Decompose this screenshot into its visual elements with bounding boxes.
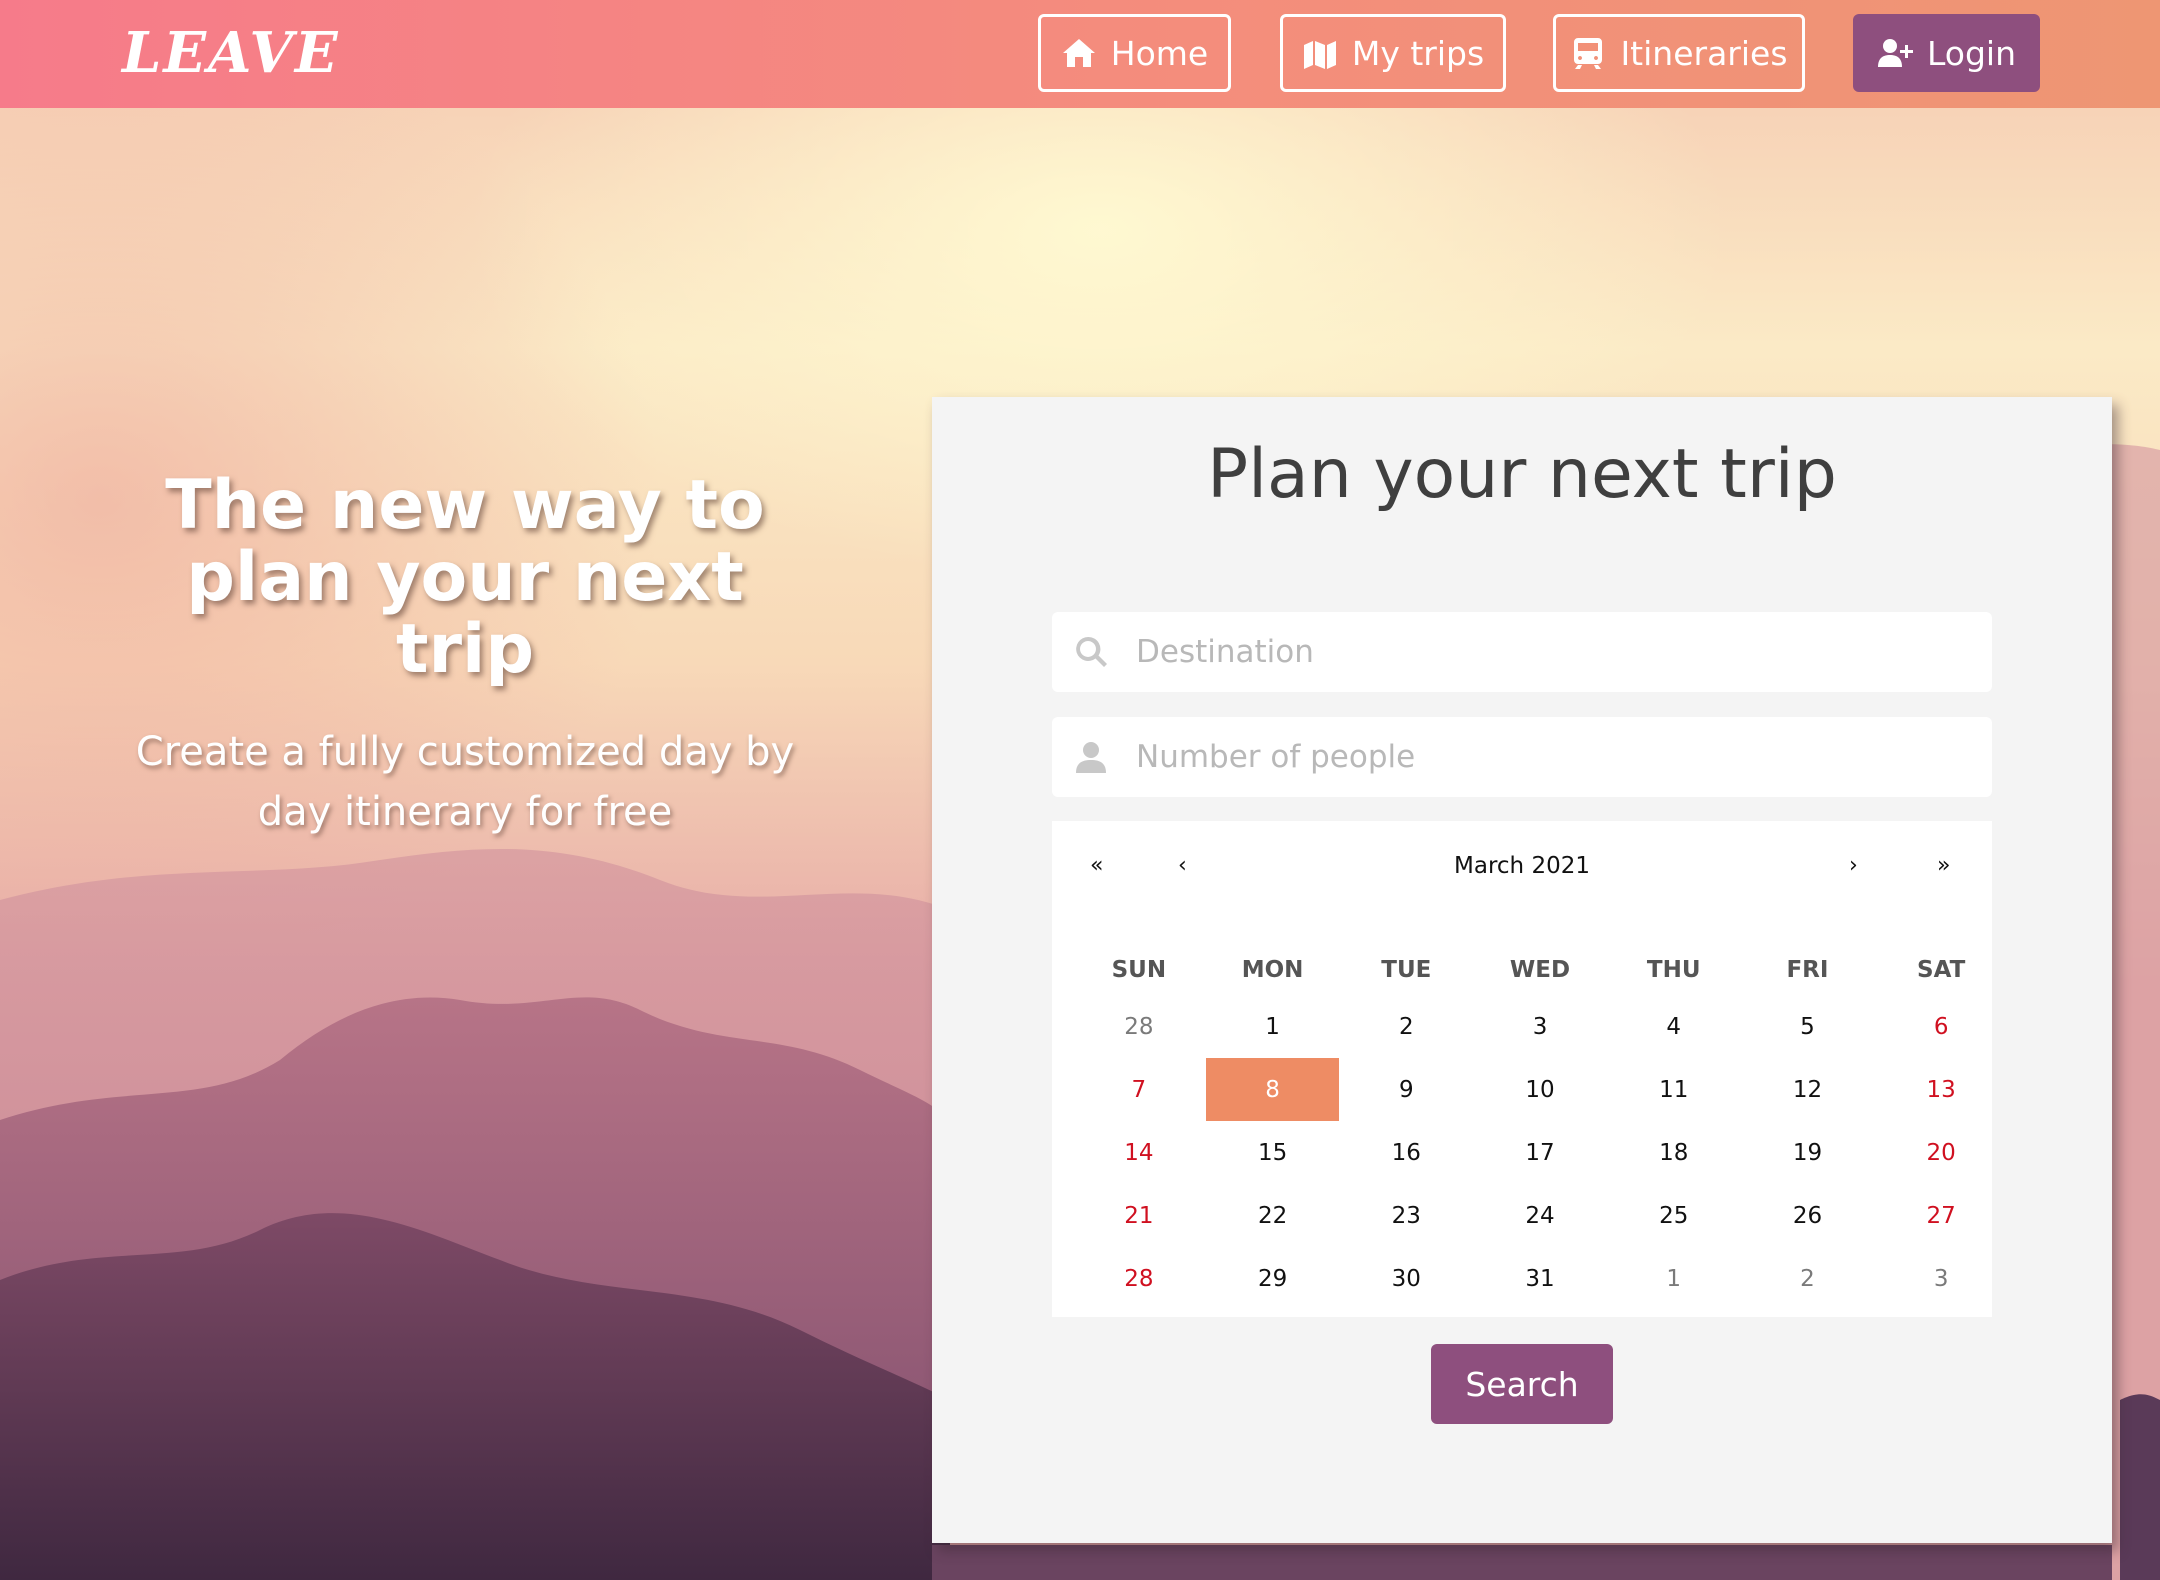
destination-input[interactable] [1136, 612, 1976, 692]
calendar-next-year-button[interactable]: » [1937, 853, 1950, 878]
calendar-week-row: 7 8 9 10 11 12 13 [1072, 1058, 2008, 1121]
calendar-day[interactable]: 13 [1874, 1058, 2008, 1121]
trip-planner-card: Plan your next trip « ‹ March 2021 › » S… [932, 397, 2112, 1543]
calendar-day[interactable]: 28 [1072, 995, 1206, 1058]
calendar-day[interactable]: 16 [1339, 1121, 1473, 1184]
calendar-day[interactable]: 9 [1339, 1058, 1473, 1121]
weekday-header: WED [1509, 957, 1571, 983]
calendar-day[interactable]: 29 [1206, 1247, 1340, 1310]
nav-my-trips-label: My trips [1351, 33, 1485, 73]
calendar-weekday-row: SUN MON TUE WED THU FRI SAT [1072, 945, 2008, 995]
calendar-day[interactable]: 6 [1874, 995, 2008, 1058]
calendar-day[interactable]: 10 [1473, 1058, 1607, 1121]
people-input[interactable] [1136, 717, 1976, 797]
calendar-day[interactable]: 21 [1072, 1184, 1206, 1247]
calendar-day[interactable]: 23 [1339, 1184, 1473, 1247]
calendar-day[interactable]: 25 [1607, 1184, 1741, 1247]
calendar-day[interactable]: 30 [1339, 1247, 1473, 1310]
calendar-day[interactable]: 26 [1741, 1184, 1875, 1247]
search-icon [1076, 636, 1107, 667]
calendar-day[interactable]: 4 [1607, 995, 1741, 1058]
calendar-day[interactable]: 12 [1741, 1058, 1875, 1121]
calendar-day[interactable]: 3 [1874, 1247, 2008, 1310]
calendar-day[interactable]: 1 [1206, 995, 1340, 1058]
top-nav-bar: LEAVE Home My trips Itineraries Login [0, 0, 2160, 108]
nav-login-button[interactable]: Login [1853, 14, 2040, 92]
calendar-day[interactable]: 18 [1607, 1121, 1741, 1184]
calendar-day[interactable]: 28 [1072, 1247, 1206, 1310]
calendar-day[interactable]: 22 [1206, 1184, 1340, 1247]
calendar-week-row: 28 29 30 31 1 2 3 [1072, 1247, 2008, 1310]
calendar-day[interactable]: 27 [1874, 1184, 2008, 1247]
calendar-day[interactable]: 2 [1339, 995, 1473, 1058]
calendar-day[interactable]: 11 [1607, 1058, 1741, 1121]
calendar-day[interactable]: 24 [1473, 1184, 1607, 1247]
calendar-week-row: 28 1 2 3 4 5 6 [1072, 995, 2008, 1058]
hero-subtitle: Create a fully customized day by day iti… [135, 729, 795, 835]
map-icon [1303, 41, 1336, 69]
date-calendar: « ‹ March 2021 › » SUN MON TUE WED THU FRI SAT… [1052, 821, 1992, 1317]
calendar-week-row: 14 15 16 17 18 19 20 [1072, 1121, 2008, 1184]
weekday-header: SUN [1111, 957, 1167, 983]
calendar-week-row: 21 22 23 24 25 26 27 [1072, 1184, 2008, 1247]
hero-title: The new way to plan your next trip [165, 466, 765, 689]
calendar-day[interactable]: 1 [1607, 1247, 1741, 1310]
calendar-day-selected[interactable]: 8 [1205, 1058, 1340, 1121]
nav-my-trips-button[interactable]: My trips [1280, 14, 1506, 92]
weekday-header: FRI [1786, 957, 1829, 983]
people-field[interactable] [1052, 717, 1992, 797]
calendar-day[interactable]: 17 [1473, 1121, 1607, 1184]
calendar-next-month-button[interactable]: › [1849, 853, 1858, 878]
user-plus-icon [1877, 39, 1913, 67]
brand-logo[interactable]: LEAVE [122, 20, 340, 86]
calendar-day[interactable]: 19 [1741, 1121, 1875, 1184]
weekday-header: TUE [1381, 957, 1432, 983]
train-icon [1574, 38, 1603, 69]
weekday-header: SAT [1917, 957, 1966, 983]
planner-title: Plan your next trip [1207, 435, 1837, 514]
nav-home-label: Home [1110, 33, 1209, 73]
calendar-day[interactable]: 20 [1874, 1121, 2008, 1184]
calendar-day[interactable]: 14 [1072, 1121, 1206, 1184]
nav-itineraries-button[interactable]: Itineraries [1553, 14, 1805, 92]
calendar-day[interactable]: 3 [1473, 995, 1607, 1058]
nav-home-button[interactable]: Home [1038, 14, 1231, 92]
home-icon [1062, 39, 1095, 67]
calendar-grid: SUN MON TUE WED THU FRI SAT 28 1 2 3 4 5 6 7 8 9 10 11 12 1… [1072, 945, 2008, 1310]
search-button[interactable]: Search [1431, 1344, 1613, 1424]
nav-itineraries-label: Itineraries [1620, 33, 1788, 73]
weekday-header: THU [1646, 957, 1701, 983]
calendar-day[interactable]: 15 [1206, 1121, 1340, 1184]
destination-field[interactable] [1052, 612, 1992, 692]
calendar-day[interactable]: 2 [1741, 1247, 1875, 1310]
calendar-day[interactable]: 31 [1473, 1247, 1607, 1310]
user-icon [1076, 742, 1106, 773]
nav-login-label: Login [1926, 33, 2017, 73]
calendar-day[interactable]: 5 [1741, 995, 1875, 1058]
calendar-day[interactable]: 7 [1072, 1058, 1206, 1121]
weekday-header: MON [1241, 957, 1304, 983]
